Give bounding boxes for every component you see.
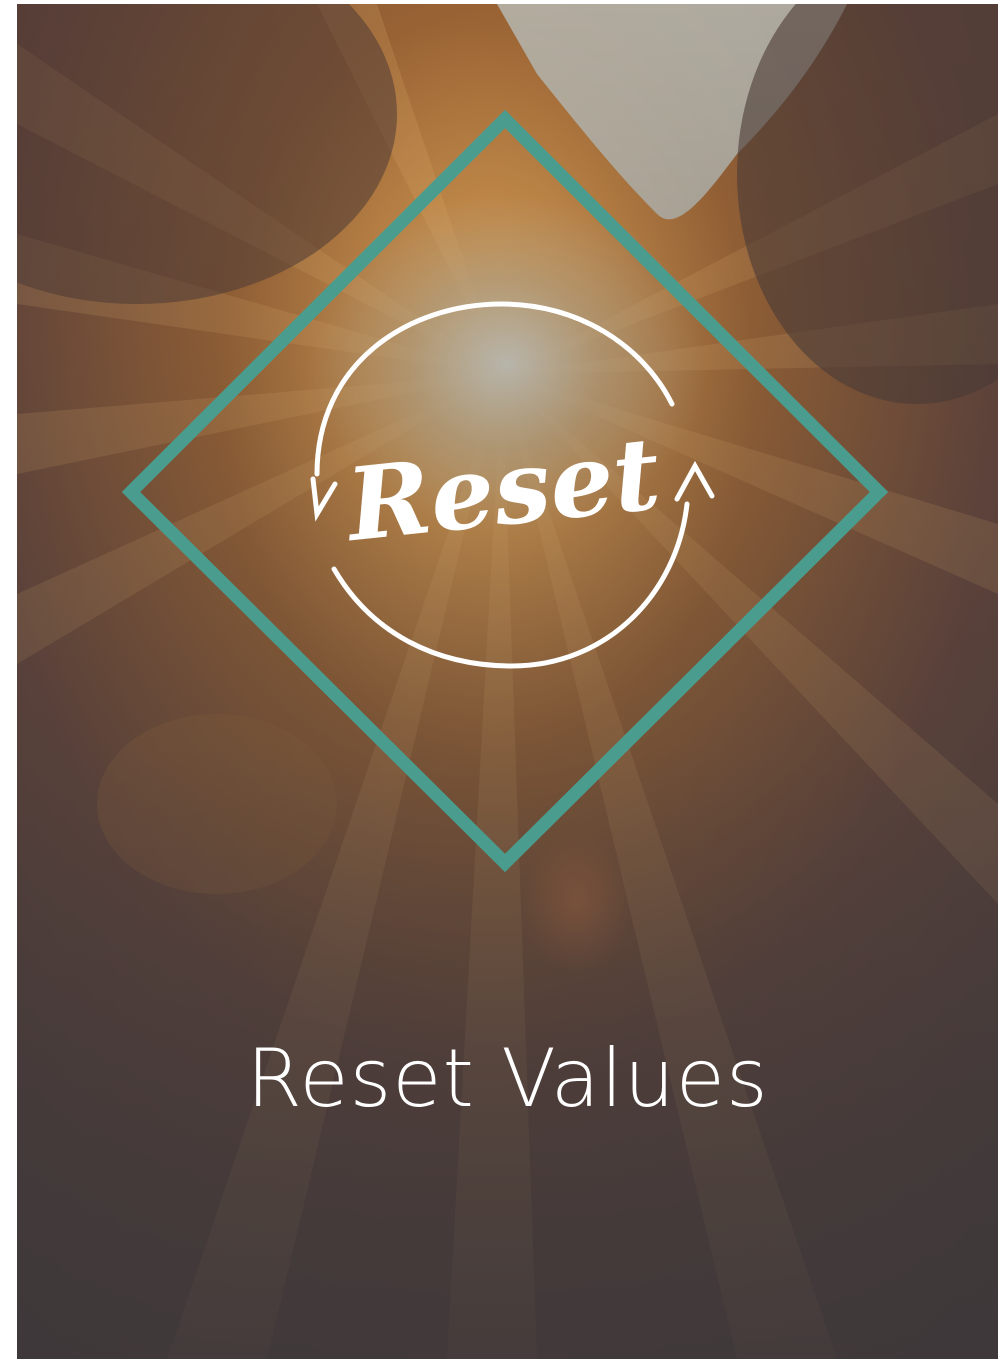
- poster-title: Reset Values: [246, 1032, 769, 1125]
- poster-card: Reset Reset Values: [17, 4, 998, 1359]
- page: Reset Reset Values: [0, 0, 1001, 1361]
- svg-text:Reset: Reset: [339, 414, 665, 564]
- reset-logo: Reset: [121, 109, 889, 873]
